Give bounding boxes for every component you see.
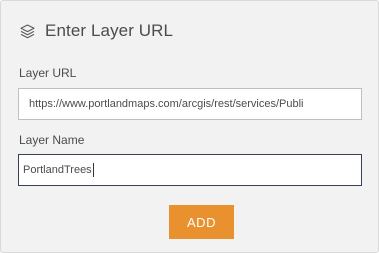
layer-url-label: Layer URL: [19, 66, 77, 80]
layer-name-label: Layer Name: [19, 133, 85, 147]
panel-title: Enter Layer URL: [45, 21, 174, 40]
layer-name-value: PortlandTrees: [23, 164, 92, 176]
add-button[interactable]: ADD: [169, 205, 234, 239]
layers-icon: [18, 22, 36, 40]
panel-header: Enter Layer URL: [18, 19, 173, 43]
layer-url-value: https://www.portlandmaps.com/arcgis/rest…: [29, 98, 304, 110]
layer-url-input[interactable]: https://www.portlandmaps.com/arcgis/rest…: [18, 88, 362, 120]
enter-layer-url-panel: Enter Layer URL Layer URL https://www.po…: [0, 0, 379, 253]
text-cursor: [92, 163, 94, 177]
layer-name-input[interactable]: PortlandTrees: [18, 154, 362, 186]
